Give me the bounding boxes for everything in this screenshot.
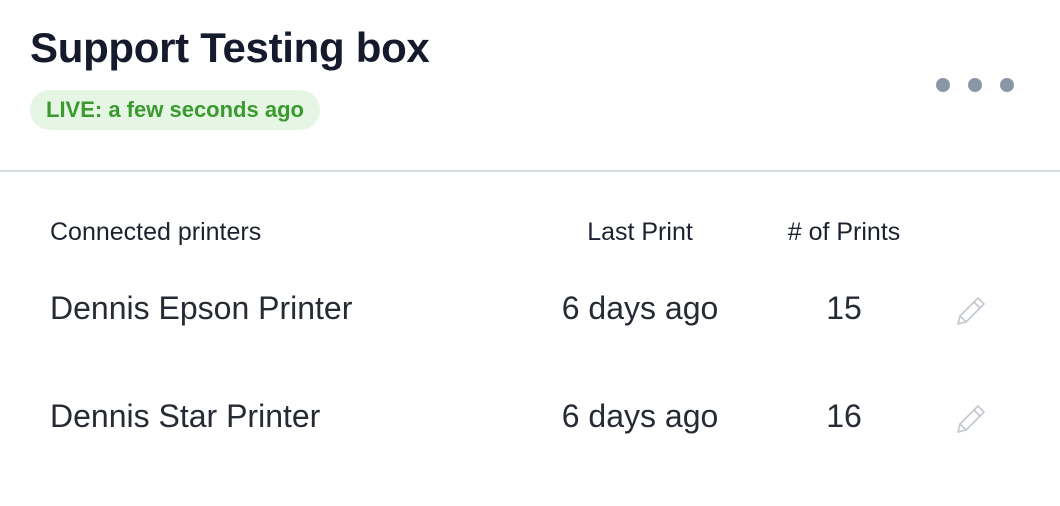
column-header-last-print: Last Print	[587, 218, 693, 246]
edit-printer-button[interactable]	[952, 400, 990, 438]
pencil-icon	[957, 297, 985, 325]
printer-box-card: Support Testing box LIVE: a few seconds …	[0, 0, 1060, 506]
more-horizontal-icon	[936, 78, 950, 92]
edit-printer-button[interactable]	[952, 292, 990, 330]
print-count-value: 16	[826, 398, 862, 434]
column-header-connected-printers: Connected printers	[50, 218, 262, 246]
print-count-value: 15	[826, 290, 862, 326]
printer-name: Dennis Epson Printer	[50, 290, 353, 326]
table-row: Dennis Star Printer 6 days ago 16	[0, 398, 1060, 458]
column-header-number-of-prints: # of Prints	[787, 218, 901, 246]
table-row: Dennis Epson Printer 6 days ago 15	[0, 290, 1060, 350]
more-horizontal-icon-dot	[968, 78, 982, 92]
live-status-badge: LIVE: a few seconds ago	[30, 90, 320, 130]
pencil-icon	[957, 405, 985, 433]
printer-name: Dennis Star Printer	[50, 398, 321, 434]
card-header: Support Testing box LIVE: a few seconds …	[0, 0, 1060, 172]
more-horizontal-icon-dot	[1000, 78, 1014, 92]
box-title: Support Testing box	[30, 24, 430, 71]
last-print-value: 6 days ago	[561, 290, 719, 326]
more-options-button[interactable]	[928, 70, 1022, 100]
printers-table-header: Connected printers Last Print # of Print…	[0, 218, 1060, 254]
last-print-value: 6 days ago	[561, 398, 719, 434]
